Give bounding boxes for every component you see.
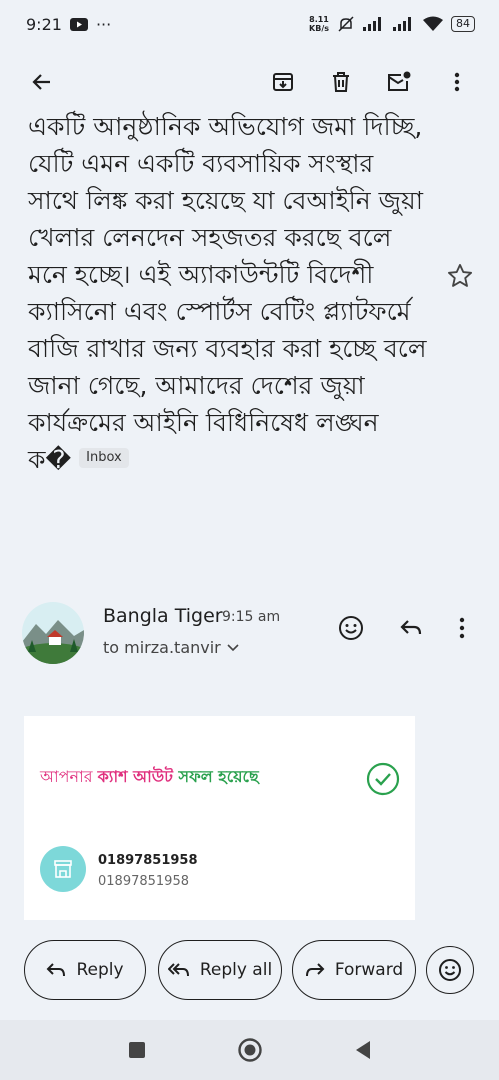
wifi-icon <box>423 16 443 31</box>
emoji-reaction-button[interactable] <box>426 946 474 994</box>
status-left: 9:21 ··· <box>26 15 111 34</box>
status-time: 9:21 <box>26 14 62 34</box>
reply-arrow-icon <box>47 963 66 977</box>
cashout-message: আপনার ক্যাশ আউট সফল হয়েছে <box>40 764 259 791</box>
sender-avatar[interactable] <box>22 602 84 664</box>
more-notifications-icon: ··· <box>95 14 112 34</box>
reply-all-icon <box>167 963 189 977</box>
mute-icon <box>338 16 354 32</box>
speed-value: 8.11 <box>309 15 329 24</box>
emoji-icon <box>439 959 461 981</box>
archive-button[interactable] <box>261 60 305 104</box>
status-right: 8.11 KB/s 84 <box>309 15 475 33</box>
email-content-card: আপনার ক্যাশ আউট সফল হয়েছে 01897851958 0… <box>24 716 415 920</box>
merchant-details: 01897851958 01897851958 <box>98 850 198 892</box>
merchant-icon <box>40 846 86 892</box>
recipient-text: to mirza.tanvir <box>103 638 221 657</box>
reply-label: Reply <box>76 960 124 980</box>
message-time: 9:15 am <box>222 609 281 625</box>
back-button[interactable] <box>20 60 64 104</box>
recents-icon[interactable] <box>127 1040 147 1060</box>
delete-button[interactable] <box>319 60 363 104</box>
cashout-message-part2: ক্যাশ আউট <box>97 767 179 786</box>
archive-icon <box>273 73 293 91</box>
home-icon[interactable] <box>237 1037 263 1063</box>
avatar-landscape-icon <box>22 602 84 664</box>
top-app-bar <box>0 48 499 116</box>
inbox-label-chip[interactable]: Inbox <box>79 448 129 468</box>
forward-label: Forward <box>334 960 404 980</box>
system-nav-bar <box>0 1020 499 1080</box>
chevron-down-icon <box>227 643 239 651</box>
reply-all-label: Reply all <box>199 960 273 980</box>
message-more-vert-icon[interactable] <box>454 615 470 641</box>
email-body-text: একটি আনুষ্ঠানিক অভিযোগ জমা দিচ্ছি, যেটি … <box>28 112 427 474</box>
star-icon[interactable] <box>446 262 474 290</box>
more-vert-icon <box>454 72 460 92</box>
signal-2-icon <box>393 17 411 31</box>
back-arrow-icon <box>32 74 50 90</box>
reply-all-button[interactable]: Reply all <box>158 940 282 1000</box>
status-bar: 9:21 ··· 8.11 KB/s 84 <box>0 0 499 48</box>
email-body: একটি আনুষ্ঠানিক অভিযোগ জমা দিচ্ছি, যেটি … <box>28 108 428 478</box>
cashout-message-part1: আপনার <box>40 767 98 786</box>
signal-1-icon <box>363 17 381 31</box>
reply-icon[interactable] <box>398 615 424 641</box>
sender-name[interactable]: Bangla Tiger <box>103 605 223 627</box>
merchant-number-primary: 01897851958 <box>98 853 198 868</box>
store-icon <box>54 860 72 878</box>
more-options-button[interactable] <box>435 60 479 104</box>
delete-icon <box>333 72 349 92</box>
add-reaction-icon[interactable] <box>338 615 364 641</box>
check-circle-icon <box>366 762 400 796</box>
recipient-summary[interactable]: to mirza.tanvir <box>103 638 239 657</box>
bottom-actions: Reply Reply all Forward <box>24 940 484 1002</box>
network-speed: 8.11 KB/s <box>309 15 329 33</box>
forward-arrow-icon <box>305 963 325 977</box>
message-header: Bangla Tiger 9:15 am to mirza.tanvir <box>22 602 482 666</box>
cashout-message-part3: সফল হয়েছে <box>178 767 259 786</box>
speed-unit: KB/s <box>309 24 329 33</box>
battery-indicator: 84 <box>451 16 475 32</box>
mark-unread-button[interactable] <box>377 60 421 104</box>
merchant-number-secondary: 01897851958 <box>98 874 189 889</box>
youtube-notification-icon <box>69 17 88 31</box>
forward-button[interactable]: Forward <box>292 940 416 1000</box>
mark-unread-icon <box>388 71 411 91</box>
reply-button[interactable]: Reply <box>24 940 146 1000</box>
back-nav-icon[interactable] <box>353 1039 373 1061</box>
